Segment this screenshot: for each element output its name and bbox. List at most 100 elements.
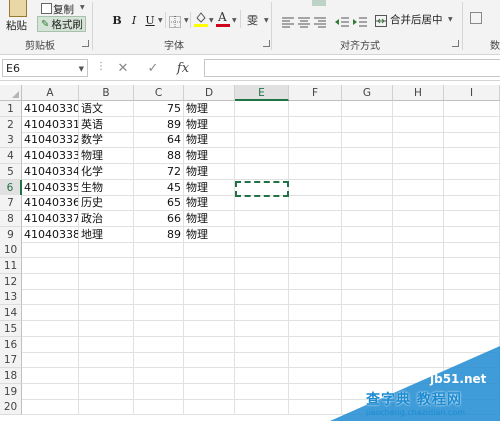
cell-h10[interactable] bbox=[393, 242, 444, 259]
formula-input[interactable] bbox=[204, 59, 500, 77]
cell-i12[interactable] bbox=[444, 273, 500, 290]
cell-h11[interactable] bbox=[393, 258, 444, 274]
cell-f13[interactable] bbox=[289, 289, 342, 306]
cell-f4[interactable] bbox=[289, 148, 342, 165]
cell-e5[interactable] bbox=[235, 163, 289, 180]
cell-f11[interactable] bbox=[289, 258, 342, 274]
cell-e16[interactable] bbox=[235, 336, 289, 353]
cell-c12[interactable] bbox=[134, 273, 184, 290]
cell-h3[interactable] bbox=[393, 132, 444, 149]
cell-i6[interactable] bbox=[444, 179, 500, 196]
cell-h7[interactable] bbox=[393, 195, 444, 212]
cell-b2[interactable]: 英语 bbox=[79, 116, 134, 133]
cell-d12[interactable] bbox=[184, 273, 235, 290]
clipboard-launcher-icon[interactable] bbox=[82, 40, 89, 47]
cell-h8[interactable] bbox=[393, 210, 444, 227]
cell-c19[interactable] bbox=[134, 383, 184, 400]
cell-e14[interactable] bbox=[235, 305, 289, 322]
cell-d14[interactable] bbox=[184, 305, 235, 322]
cell-h9[interactable] bbox=[393, 226, 444, 243]
align-left-button[interactable] bbox=[282, 13, 294, 28]
cell-d15[interactable] bbox=[184, 320, 235, 337]
cell-e10[interactable] bbox=[235, 242, 289, 259]
cell-d16[interactable] bbox=[184, 336, 235, 353]
column-header-g[interactable]: G bbox=[342, 85, 393, 101]
cell-e18[interactable] bbox=[235, 367, 289, 384]
number-format-button[interactable] bbox=[470, 12, 482, 24]
column-header-i[interactable]: I bbox=[444, 85, 500, 101]
cell-d18[interactable] bbox=[184, 367, 235, 384]
cell-d7[interactable]: 物理 bbox=[184, 195, 235, 212]
cell-f10[interactable] bbox=[289, 242, 342, 259]
cell-h15[interactable] bbox=[393, 320, 444, 337]
align-center-button[interactable] bbox=[298, 13, 310, 28]
copy-dropdown-icon[interactable]: ▼ bbox=[80, 4, 85, 11]
cell-b3[interactable]: 数学 bbox=[79, 132, 134, 149]
cell-e9[interactable] bbox=[235, 226, 289, 243]
cell-b20[interactable] bbox=[79, 399, 134, 416]
cell-e3[interactable] bbox=[235, 132, 289, 149]
cell-c15[interactable] bbox=[134, 320, 184, 337]
cell-g7[interactable] bbox=[342, 195, 393, 212]
font-color-button[interactable]: A bbox=[216, 9, 230, 28]
cell-e7[interactable] bbox=[235, 195, 289, 212]
cell-a2[interactable]: 41040331 bbox=[22, 116, 79, 133]
cell-a15[interactable] bbox=[22, 320, 79, 337]
cell-h13[interactable] bbox=[393, 289, 444, 306]
underline-dropdown-icon[interactable]: ▼ bbox=[158, 17, 163, 24]
cell-a18[interactable] bbox=[22, 367, 79, 384]
cell-g2[interactable] bbox=[342, 116, 393, 133]
more-options-icon[interactable]: ⋮ bbox=[96, 61, 106, 72]
italic-button[interactable]: I bbox=[127, 12, 141, 28]
cell-b18[interactable] bbox=[79, 367, 134, 384]
cell-g15[interactable] bbox=[342, 320, 393, 337]
insert-function-icon[interactable]: fx bbox=[168, 61, 198, 76]
cell-g5[interactable] bbox=[342, 163, 393, 180]
cell-c14[interactable] bbox=[134, 305, 184, 322]
cell-c18[interactable] bbox=[134, 367, 184, 384]
cell-a9[interactable]: 41040338 bbox=[22, 226, 79, 243]
cell-d19[interactable] bbox=[184, 383, 235, 400]
row-header-1[interactable]: 1 bbox=[0, 101, 22, 117]
cell-f2[interactable] bbox=[289, 116, 342, 133]
column-header-b[interactable]: B bbox=[79, 85, 134, 101]
cell-d3[interactable]: 物理 bbox=[184, 132, 235, 149]
cell-a5[interactable]: 41040334 bbox=[22, 163, 79, 180]
select-all-button[interactable] bbox=[0, 85, 22, 101]
decrease-indent-button[interactable] bbox=[335, 13, 349, 27]
cell-g3[interactable] bbox=[342, 132, 393, 149]
cell-g4[interactable] bbox=[342, 148, 393, 165]
cell-a14[interactable] bbox=[22, 305, 79, 322]
underline-button[interactable]: U bbox=[143, 12, 157, 28]
fill-color-button[interactable] bbox=[194, 10, 208, 28]
row-header-17[interactable]: 17 bbox=[0, 352, 22, 369]
row-header-6[interactable]: 6 bbox=[0, 179, 22, 196]
cell-d1[interactable]: 物理 bbox=[184, 101, 235, 117]
cell-i5[interactable] bbox=[444, 163, 500, 180]
cancel-icon[interactable]: ✕ bbox=[108, 61, 138, 76]
cell-h1[interactable] bbox=[393, 101, 444, 117]
cell-e15[interactable] bbox=[235, 320, 289, 337]
cell-a3[interactable]: 41040332 bbox=[22, 132, 79, 149]
cell-c17[interactable] bbox=[134, 352, 184, 369]
cell-f5[interactable] bbox=[289, 163, 342, 180]
column-header-c[interactable]: C bbox=[134, 85, 184, 101]
font-color-dropdown-icon[interactable]: ▼ bbox=[232, 17, 237, 24]
cell-e17[interactable] bbox=[235, 352, 289, 369]
cell-g1[interactable] bbox=[342, 101, 393, 117]
cell-h4[interactable] bbox=[393, 148, 444, 165]
merge-center-label[interactable]: 合并后居中 bbox=[390, 12, 443, 27]
cell-f7[interactable] bbox=[289, 195, 342, 212]
cell-d10[interactable] bbox=[184, 242, 235, 259]
increase-indent-button[interactable] bbox=[353, 13, 367, 27]
row-header-14[interactable]: 14 bbox=[0, 305, 22, 322]
alignment-launcher-icon[interactable] bbox=[452, 40, 459, 47]
cell-b16[interactable] bbox=[79, 336, 134, 353]
cell-b12[interactable] bbox=[79, 273, 134, 290]
row-header-20[interactable]: 20 bbox=[0, 399, 22, 416]
font-launcher-icon[interactable] bbox=[263, 40, 270, 47]
cell-d11[interactable] bbox=[184, 258, 235, 274]
cell-d8[interactable]: 物理 bbox=[184, 210, 235, 227]
phonetic-button[interactable]: 雯 bbox=[246, 10, 262, 28]
row-header-16[interactable]: 16 bbox=[0, 336, 22, 353]
